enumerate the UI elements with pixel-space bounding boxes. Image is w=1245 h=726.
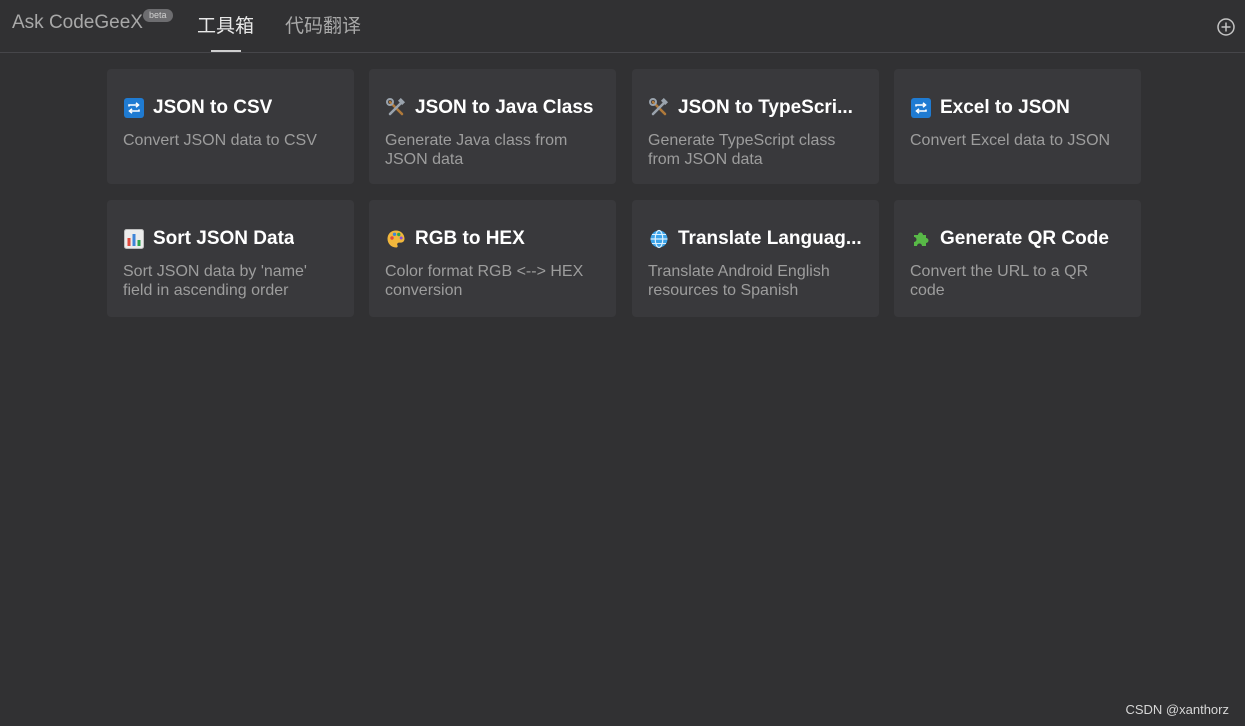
tool-card-json-to-csv[interactable]: JSON to CSV Convert JSON data to CSV [107,69,354,184]
tool-title: Sort JSON Data [153,228,295,249]
plus-circle-icon[interactable] [1216,17,1236,37]
palette-icon [385,228,407,250]
tool-description: Convert the URL to a QR code [910,263,1089,299]
tab-code-translate[interactable]: 代码翻译 [285,11,361,38]
bar-chart-icon [123,228,145,250]
top-bar: Ask CodeGeeX beta 工具箱 代码翻译 [0,0,1245,53]
tab-toolbox[interactable]: 工具箱 [197,11,254,38]
tool-description: Generate Java class from JSON data [385,132,568,168]
tool-description: Translate Android English resources to S… [648,263,830,299]
beta-badge: beta [143,9,173,22]
tool-card-json-to-java-class[interactable]: JSON to Java Class Generate Java class f… [369,69,616,184]
tool-title: JSON to Java Class [415,97,594,118]
globe-icon [648,228,670,250]
tool-title: Translate Languag... [678,228,862,249]
tool-title: Generate QR Code [940,228,1109,249]
repeat-icon [910,97,932,119]
tool-description: Color format RGB <--> HEX conversion [385,263,584,299]
tool-description: Sort JSON data by 'name' field in ascend… [123,263,307,299]
tool-title: JSON to TypeScri... [678,97,853,118]
tool-card-sort-json-data[interactable]: Sort JSON Data Sort JSON data by 'name' … [107,200,354,317]
csdn-watermark: CSDN @xanthorz [1125,702,1229,717]
tool-description: Convert Excel data to JSON [910,132,1111,149]
tool-title: RGB to HEX [415,228,525,249]
tool-card-rgb-to-hex[interactable]: RGB to HEX Color format RGB <--> HEX con… [369,200,616,317]
brand-title[interactable]: Ask CodeGeeX [12,12,143,34]
tool-card-translate-language[interactable]: Translate Languag... Translate Android E… [632,200,879,317]
hammer-wrench-icon [385,97,407,119]
puzzle-icon [910,228,932,250]
tool-card-generate-qr-code[interactable]: Generate QR Code Convert the URL to a QR… [894,200,1141,317]
tool-title: JSON to CSV [153,97,273,118]
hammer-wrench-icon [648,97,670,119]
tool-description: Generate TypeScript class from JSON data [648,132,836,168]
tool-card-excel-to-json[interactable]: Excel to JSON Convert Excel data to JSON [894,69,1141,184]
tool-description: Convert JSON data to CSV [123,132,317,149]
active-tab-indicator [211,50,241,52]
tool-card-json-to-typescript[interactable]: JSON to TypeScri... Generate TypeScript … [632,69,879,184]
tool-title: Excel to JSON [940,97,1070,118]
repeat-icon [123,97,145,119]
